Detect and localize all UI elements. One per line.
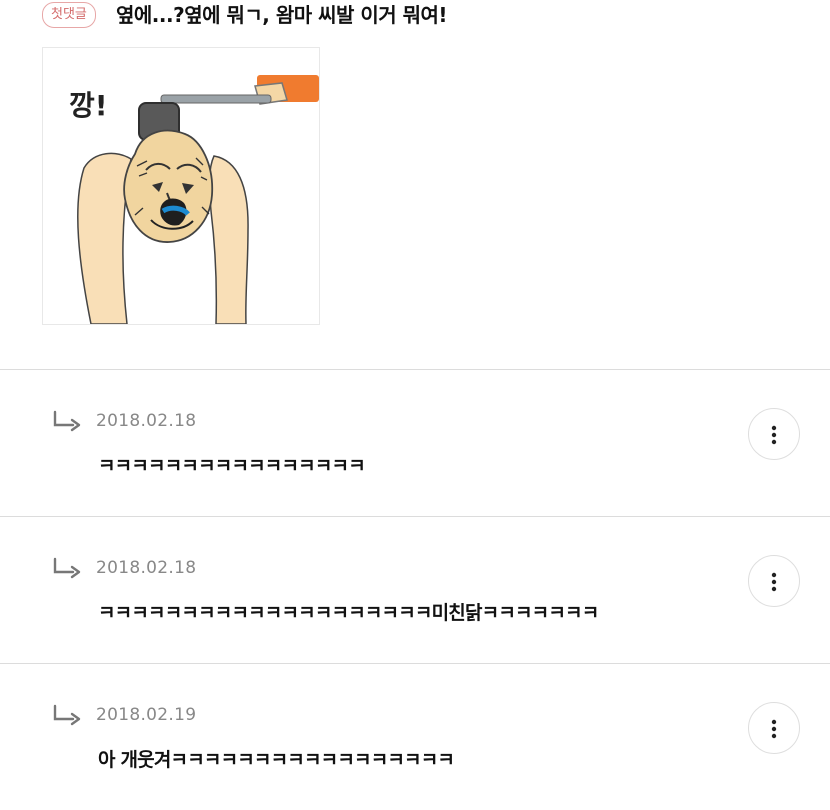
reply-item: 2018.02.18 ㅋㅋㅋㅋㅋㅋㅋㅋㅋㅋㅋㅋㅋㅋㅋㅋ bbox=[0, 370, 830, 516]
top-comment-text: 옆에...?옆에 뭐ㄱ, 왐마 씨발 이거 뭐여! bbox=[116, 3, 448, 27]
more-options-button[interactable] bbox=[748, 702, 800, 754]
reply-arrow-icon bbox=[53, 557, 81, 579]
more-vertical-icon bbox=[771, 719, 777, 739]
reply-text: 아 개웃겨ㅋㅋㅋㅋㅋㅋㅋㅋㅋㅋㅋㅋㅋㅋㅋㅋㅋ bbox=[98, 749, 455, 771]
first-comment-badge: 첫댓글 bbox=[42, 2, 96, 28]
meme-caption: 깡! bbox=[69, 89, 108, 122]
more-options-button[interactable] bbox=[748, 555, 800, 607]
reply-date: 2018.02.18 bbox=[96, 558, 197, 578]
reply-item: 2018.02.19 아 개웃겨ㅋㅋㅋㅋㅋㅋㅋㅋㅋㅋㅋㅋㅋㅋㅋㅋㅋ bbox=[0, 664, 830, 810]
reply-text: ㅋㅋㅋㅋㅋㅋㅋㅋㅋㅋㅋㅋㅋㅋㅋㅋㅋㅋㅋㅋ미친닭ㅋㅋㅋㅋㅋㅋㅋ bbox=[98, 602, 599, 624]
more-vertical-icon bbox=[771, 572, 777, 592]
meme-image[interactable]: 깡! bbox=[42, 47, 320, 325]
reply-date: 2018.02.18 bbox=[96, 411, 197, 431]
top-comment: 첫댓글 옆에...?옆에 뭐ㄱ, 왐마 씨발 이거 뭐여! 깡! bbox=[42, 0, 822, 360]
more-vertical-icon bbox=[771, 425, 777, 445]
reply-text: ㅋㅋㅋㅋㅋㅋㅋㅋㅋㅋㅋㅋㅋㅋㅋㅋ bbox=[98, 455, 366, 477]
more-options-button[interactable] bbox=[748, 408, 800, 460]
reply-arrow-icon bbox=[53, 704, 81, 726]
reply-arrow-icon bbox=[53, 410, 81, 432]
reply-date: 2018.02.19 bbox=[96, 705, 197, 725]
reply-item: 2018.02.18 ㅋㅋㅋㅋㅋㅋㅋㅋㅋㅋㅋㅋㅋㅋㅋㅋㅋㅋㅋㅋ미친닭ㅋㅋㅋㅋㅋㅋ… bbox=[0, 517, 830, 663]
